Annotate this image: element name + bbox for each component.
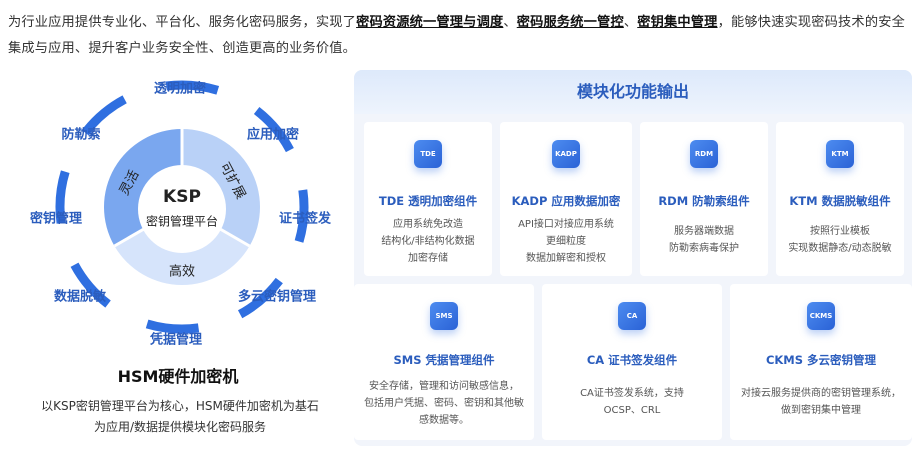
desc-line: 结构化/非结构化数据 [381,236,475,247]
ring-label-key-management: 密钥管理 [29,211,83,227]
module-name: TDE 透明加密组件 [378,194,478,208]
module-description: 应用系统免改造 结构化/非结构化数据 加密存储 [368,216,488,267]
intro-highlight-3: 密钥集中管理 [637,15,718,30]
module-name: CA 证书签发组件 [586,353,678,367]
desc-line: 按照行业模板 [810,226,870,237]
module-card-ktm[interactable]: KTM KTM 数据脱敏组件 按照行业模板 实现数据静态/动态脱敏 [776,122,904,276]
module-description: 安全存储，管理和访问敏感信息， 包括用户凭据、密码、密钥和其他敏 感数据等。 [358,378,530,429]
module-card-ckms[interactable]: CKMS CKMS 多云密钥管理 对接云服务提供商的密钥管理系统， 做到密钥集中… [730,284,912,440]
desc-line: API接口对接应用系统 [518,219,614,230]
module-card-tde[interactable]: TDE TDE 透明加密组件 应用系统免改造 结构化/非结构化数据 加密存储 [364,122,492,276]
panel-title: 模块化功能输出 [576,82,689,101]
desc-line: 防勒索病毒保护 [669,243,739,254]
desc-line: 实现数据静态/动态脱敏 [788,243,892,254]
module-panel: 模块化功能输出 TDE TDE 透明加密组件 应用系统免改造 结构化/非结构化数… [354,70,912,446]
kadp-icon: KADP [549,137,583,171]
module-description: 服务器端数据 防勒索病毒保护 [644,223,764,257]
ca-icon: CA [615,299,649,333]
hsm-desc-line-1: 以KSP密钥管理平台为核心，HSM硬件加密机为基石 [41,399,319,413]
desc-line: CA证书签发系统，支持 [580,388,684,399]
segment-label-efficient: 高效 [168,264,196,280]
desc-line: 对接云服务提供商的密钥管理系统， [741,388,901,399]
ring-label-transparent-encryption: 透明加密 [153,81,207,97]
ring-label-credential: 凭据管理 [149,332,203,348]
module-description: 对接云服务提供商的密钥管理系统， 做到密钥集中管理 [734,385,908,419]
desc-line: 数据加解密和授权 [526,253,606,264]
intro-highlight-2: 密码服务统一管控 [516,15,624,30]
intro-paragraph: 为行业应用提供专业化、平台化、服务化密码服务，实现了密码资源统一管理与调度、密码… [8,10,913,62]
module-description: API接口对接应用系统 更细粒度 数据加解密和授权 [504,216,628,267]
intro-sep-1: 、 [503,15,517,30]
hsm-desc-line-2: 为应用/数据提供模块化密码服务 [93,420,267,434]
module-description: CA证书签发系统，支持 OCSP、CRL [546,385,718,419]
tde-icon: TDE [411,137,445,171]
sms-icon: SMS [427,299,461,333]
hsm-description: 以KSP密钥管理平台为核心，HSM硬件加密机为基石 为应用/数据提供模块化密码服… [30,396,330,438]
desc-line: 加密存储 [408,253,448,264]
intro-highlight-1: 密码资源统一管理与调度 [356,15,504,30]
rdm-icon: RDM [687,137,721,171]
desc-line: 感数据等。 [419,415,469,426]
module-name: SMS 凭据管理组件 [393,353,495,367]
ktm-icon: KTM [823,137,857,171]
ring-label-multicloud-key: 多云密钥管理 [237,289,317,305]
desc-line: 安全存储，管理和访问敏感信息， [369,381,519,392]
intro-text-1: 为行业应用提供专业化、平台化、服务化密码服务，实现了 [8,15,357,30]
core-title: KSP [163,187,201,207]
desc-line: 服务器端数据 [674,226,734,237]
module-name: RDM 防勒索组件 [658,194,750,208]
module-card-kadp[interactable]: KADP KADP 应用数据加密 API接口对接应用系统 更细粒度 数据加解密和… [500,122,632,276]
hsm-title: HSM硬件加密机 [117,367,239,386]
ckms-icon: CKMS [804,299,838,333]
module-name: KADP 应用数据加密 [511,194,621,208]
desc-line: 包括用户凭据、密码、密钥和其他敏 [364,398,524,409]
ksp-diagram: 透明加密 应用加密 证书签发 多云密钥管理 凭据管理 数据脱敏 密钥管理 防勒索… [20,72,340,362]
module-card-ca[interactable]: CA CA 证书签发组件 CA证书签发系统，支持 OCSP、CRL [542,284,722,440]
ring-label-ransomware: 防勒索 [61,127,101,143]
desc-line: 做到密钥集中管理 [781,405,861,416]
ring-label-app-encryption: 应用加密 [246,127,300,143]
module-description: 按照行业模板 实现数据静态/动态脱敏 [780,223,900,257]
core-subtitle: 密钥管理平台 [145,214,219,229]
desc-line: 应用系统免改造 [393,219,463,230]
desc-line: OCSP、CRL [603,405,661,416]
module-name: CKMS 多云密钥管理 [765,353,877,367]
module-card-sms[interactable]: SMS SMS 凭据管理组件 安全存储，管理和访问敏感信息， 包括用户凭据、密码… [354,284,534,440]
core-center [138,165,226,253]
module-card-rdm[interactable]: RDM RDM 防勒索组件 服务器端数据 防勒索病毒保护 [640,122,768,276]
intro-sep-2: 、 [623,15,638,30]
module-name: KTM 数据脱敏组件 [789,194,891,208]
ring-label-cert-issuance: 证书签发 [278,211,332,227]
desc-line: 更细粒度 [546,236,586,247]
ring-label-data-masking: 数据脱敏 [53,289,107,305]
